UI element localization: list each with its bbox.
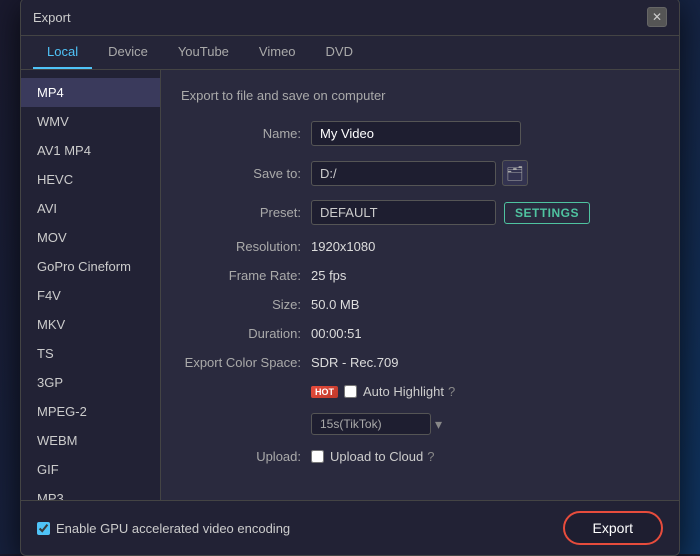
size-value: 50.0 MB	[311, 297, 359, 312]
size-label: Size:	[181, 297, 311, 312]
upload-cloud-checkbox[interactable]	[311, 450, 324, 463]
format-list: MP4 WMV AV1 MP4 HEVC AVI MOV GoPro Cinef…	[21, 70, 161, 500]
upload-cloud-text: Upload to Cloud	[330, 449, 423, 464]
color-space-label: Export Color Space:	[181, 355, 311, 370]
format-mkv[interactable]: MKV	[21, 310, 160, 339]
duration-row: Duration: 00:00:51	[181, 326, 659, 341]
format-webm[interactable]: WEBM	[21, 426, 160, 455]
path-row: 🗂	[311, 160, 528, 186]
format-mpeg2[interactable]: MPEG-2	[21, 397, 160, 426]
settings-panel: Export to file and save on computer Name…	[161, 70, 679, 500]
gpu-label-text: Enable GPU accelerated video encoding	[56, 521, 290, 536]
frame-rate-row: Frame Rate: 25 fps	[181, 268, 659, 283]
folder-browse-button[interactable]: 🗂	[502, 160, 528, 186]
format-wmv[interactable]: WMV	[21, 107, 160, 136]
settings-button[interactable]: SETTINGS	[504, 202, 590, 224]
gpu-checkbox[interactable]	[37, 522, 50, 535]
format-3gp[interactable]: 3GP	[21, 368, 160, 397]
upload-help-icon[interactable]: ?	[427, 449, 434, 464]
resolution-value: 1920x1080	[311, 239, 375, 254]
format-gopro[interactable]: GoPro Cineform	[21, 252, 160, 281]
name-label: Name:	[181, 126, 311, 141]
tiktok-chevron-icon: ▾	[435, 416, 442, 433]
tiktok-select[interactable]: 15s(TikTok)	[311, 413, 431, 435]
auto-highlight-row: HOT Auto Highlight ?	[181, 384, 659, 399]
duration-value: 00:00:51	[311, 326, 362, 341]
dialog-title: Export	[33, 10, 71, 25]
format-f4v[interactable]: F4V	[21, 281, 160, 310]
tabs-bar: Local Device YouTube Vimeo DVD	[21, 36, 679, 70]
auto-highlight-label: Auto Highlight	[363, 384, 444, 399]
bottom-bar: Enable GPU accelerated video encoding Ex…	[21, 500, 679, 555]
resolution-label: Resolution:	[181, 239, 311, 254]
preset-select-row: DEFAULT SETTINGS	[311, 200, 590, 225]
preset-select[interactable]: DEFAULT	[311, 200, 496, 225]
upload-cloud-label[interactable]: Upload to Cloud	[311, 449, 423, 464]
tab-vimeo[interactable]: Vimeo	[245, 36, 310, 69]
auto-highlight-checkbox[interactable]	[344, 385, 357, 398]
preset-label: Preset:	[181, 205, 311, 220]
auto-highlight-group: HOT Auto Highlight ?	[311, 384, 455, 399]
upload-row: Upload: Upload to Cloud ?	[181, 449, 659, 464]
tab-local[interactable]: Local	[33, 36, 92, 69]
export-dialog: Export ✕ Local Device YouTube Vimeo DVD …	[20, 0, 680, 556]
path-input[interactable]	[311, 161, 496, 186]
format-mp3[interactable]: MP3	[21, 484, 160, 500]
gpu-check-label[interactable]: Enable GPU accelerated video encoding	[37, 521, 290, 536]
tab-dvd[interactable]: DVD	[312, 36, 367, 69]
format-mov[interactable]: MOV	[21, 223, 160, 252]
frame-rate-value: 25 fps	[311, 268, 346, 283]
auto-highlight-checkbox-label[interactable]: Auto Highlight	[344, 384, 444, 399]
save-to-label: Save to:	[181, 166, 311, 181]
frame-rate-label: Frame Rate:	[181, 268, 311, 283]
name-row: Name:	[181, 121, 659, 146]
auto-highlight-help-icon[interactable]: ?	[448, 384, 455, 399]
title-bar: Export ✕	[21, 0, 679, 36]
upload-label: Upload:	[181, 449, 311, 464]
format-av1mp4[interactable]: AV1 MP4	[21, 136, 160, 165]
resolution-row: Resolution: 1920x1080	[181, 239, 659, 254]
export-subtitle: Export to file and save on computer	[181, 88, 659, 103]
tiktok-row: 15s(TikTok) ▾	[181, 413, 659, 435]
hot-badge: HOT	[311, 386, 338, 398]
format-ts[interactable]: TS	[21, 339, 160, 368]
content-area: MP4 WMV AV1 MP4 HEVC AVI MOV GoPro Cinef…	[21, 70, 679, 500]
preset-row: Preset: DEFAULT SETTINGS	[181, 200, 659, 225]
size-row: Size: 50.0 MB	[181, 297, 659, 312]
tab-device[interactable]: Device	[94, 36, 162, 69]
format-gif[interactable]: GIF	[21, 455, 160, 484]
export-button[interactable]: Export	[563, 511, 663, 545]
color-space-row: Export Color Space: SDR - Rec.709	[181, 355, 659, 370]
tab-youtube[interactable]: YouTube	[164, 36, 243, 69]
format-avi[interactable]: AVI	[21, 194, 160, 223]
format-hevc[interactable]: HEVC	[21, 165, 160, 194]
format-mp4[interactable]: MP4	[21, 78, 160, 107]
color-space-value: SDR - Rec.709	[311, 355, 398, 370]
save-to-row: Save to: 🗂	[181, 160, 659, 186]
name-input[interactable]	[311, 121, 521, 146]
close-button[interactable]: ✕	[647, 7, 667, 27]
duration-label: Duration:	[181, 326, 311, 341]
